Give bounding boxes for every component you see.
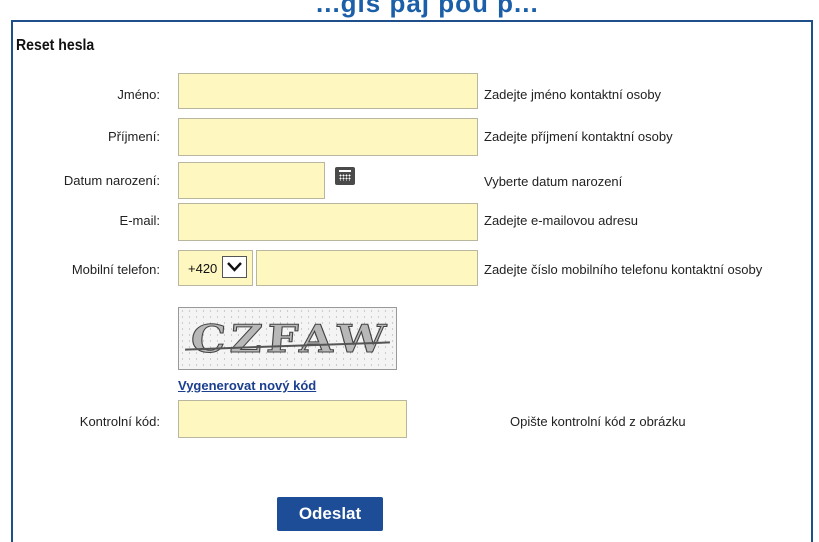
phone-prefix-value: +420 (188, 261, 218, 276)
mobile-number-field[interactable] (256, 250, 478, 286)
mobile-hint: Zadejte číslo mobilního telefonu kontakt… (484, 262, 763, 277)
mobile-label: Mobilní telefon: (71, 262, 160, 277)
last-name-hint: Zadejte příjmení kontaktní osoby (484, 129, 673, 144)
captcha-image: CZFAW (178, 307, 397, 370)
first-name-label: Jméno: (117, 87, 160, 102)
email-hint: Zadejte e-mailovou adresu (484, 213, 638, 228)
page-header: ...gis paj pou p... (0, 0, 819, 18)
control-code-field[interactable] (178, 400, 407, 438)
first-name-field[interactable] (178, 73, 478, 109)
chevron-down-icon[interactable] (222, 256, 247, 278)
page-header-title: ...gis paj pou p... (316, 0, 539, 18)
birth-date-field[interactable] (178, 162, 325, 199)
birth-date-hint: Vyberte datum narození (484, 174, 623, 189)
regenerate-code-link[interactable]: Vygenerovat nový kód (178, 378, 316, 393)
phone-prefix-select[interactable]: +420 (178, 250, 253, 286)
email-label: E-mail: (119, 213, 160, 228)
first-name-hint: Zadejte jméno kontaktní osoby (484, 87, 662, 102)
submit-button[interactable]: Odeslat (277, 497, 383, 531)
email-field[interactable] (178, 203, 478, 241)
calendar-icon[interactable] (335, 167, 355, 185)
control-code-label: Kontrolní kód: (79, 414, 160, 429)
birth-date-label: Datum narození: (63, 173, 160, 188)
captcha-text: CZFAW (189, 315, 393, 361)
last-name-field[interactable] (178, 118, 478, 156)
last-name-label: Příjmení: (107, 129, 160, 144)
panel-title: Reset hesla (16, 37, 95, 54)
control-code-hint: Opište kontrolní kód z obrázku (510, 414, 686, 429)
